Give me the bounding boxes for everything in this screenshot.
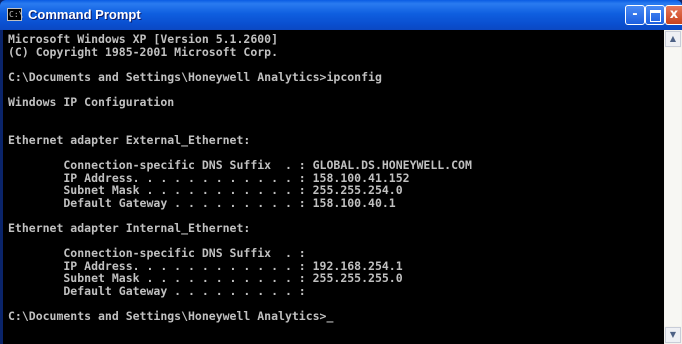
console-line: Ethernet adapter Internal_Ethernet:: [8, 220, 251, 235]
text-cursor: _: [326, 309, 334, 324]
console-output[interactable]: Microsoft Windows XP [Version 5.1.2600](…: [3, 30, 664, 344]
console-line: Microsoft Windows XP [Version 5.1.2600]: [8, 32, 279, 46]
console-line: Subnet Mask . . . . . . . . . . . : 255.…: [8, 271, 403, 286]
command-prompt-icon[interactable]: C:\: [7, 8, 24, 21]
console-line: C:\Documents and Settings\Honeywell Anal…: [8, 69, 382, 84]
console-line: Windows IP Configuration: [8, 94, 175, 109]
console-line: Subnet Mask . . . . . . . . . . . : 255.…: [8, 183, 403, 198]
scroll-track[interactable]: [665, 48, 681, 326]
console-line: Connection-specific DNS Suffix . :: [8, 246, 306, 261]
maximize-icon: [649, 10, 661, 22]
console-line: (C) Copyright 1985-2001 Microsoft Corp.: [8, 44, 279, 59]
console-line: Default Gateway . . . . . . . . . : 158.…: [8, 195, 396, 210]
console-line: C:\Documents and Settings\Honeywell Anal…: [8, 309, 334, 324]
console-line: Connection-specific DNS Suffix . : GLOBA…: [8, 157, 472, 172]
scroll-down-button[interactable]: ▼: [665, 327, 681, 343]
title-bar[interactable]: C:\ Command Prompt - x: [0, 0, 682, 30]
window-title: Command Prompt: [28, 7, 141, 22]
maximize-button[interactable]: [645, 5, 665, 25]
command-prompt-window: C:\ Command Prompt - x Microsoft Windows…: [0, 0, 682, 344]
scroll-up-button[interactable]: ▲: [665, 31, 681, 47]
console-line: Ethernet adapter External_Ethernet:: [8, 132, 251, 147]
vertical-scrollbar[interactable]: ▲ ▼: [664, 30, 682, 344]
icon-label: C:\: [9, 10, 24, 19]
minimize-button[interactable]: -: [625, 5, 645, 25]
console-line: Default Gateway . . . . . . . . . :: [8, 283, 306, 298]
close-button[interactable]: x: [665, 5, 682, 25]
